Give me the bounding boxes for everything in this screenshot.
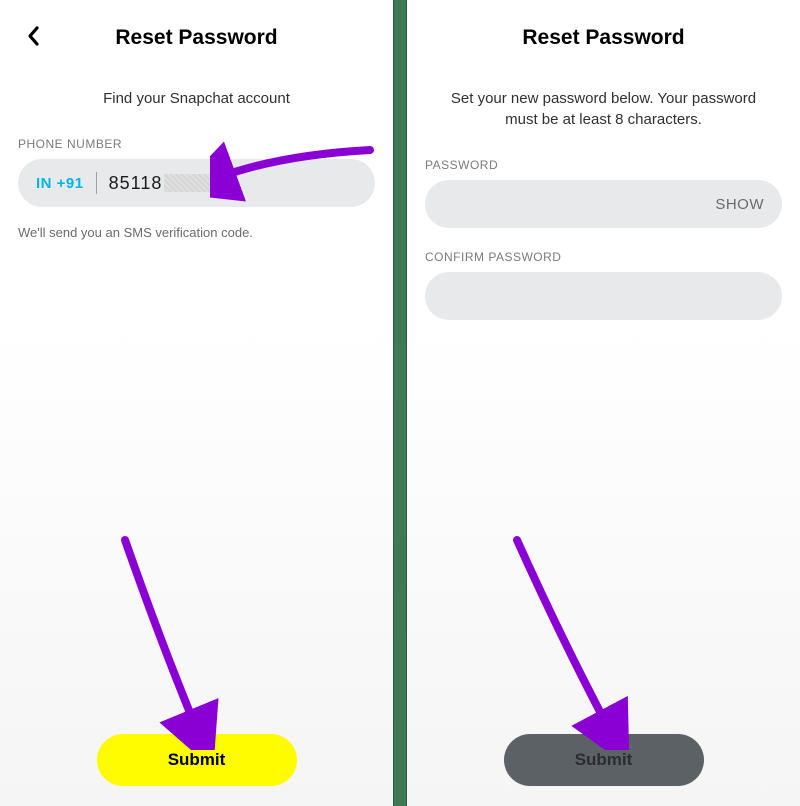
header: Reset Password	[18, 18, 375, 58]
submit-button[interactable]: Submit	[504, 734, 704, 786]
input-separator	[96, 172, 97, 194]
reset-password-new-screen: Reset Password Set your new password bel…	[407, 0, 800, 806]
back-icon[interactable]	[26, 24, 42, 53]
confirm-password-label: CONFIRM PASSWORD	[425, 250, 782, 264]
show-password-toggle[interactable]: SHOW	[715, 196, 764, 213]
submit-button-label: Submit	[168, 750, 226, 770]
country-code-selector[interactable]: IN +91	[36, 175, 84, 192]
subtitle: Find your Snapchat account	[18, 88, 375, 109]
annotation-arrow-icon	[497, 530, 647, 750]
helper-text: We'll send you an SMS verification code.	[18, 225, 375, 240]
screen-divider	[393, 0, 407, 806]
submit-row: Submit	[0, 734, 393, 786]
submit-row: Submit	[407, 734, 800, 786]
page-title: Reset Password	[522, 26, 684, 50]
password-label: PASSWORD	[425, 158, 782, 172]
submit-button[interactable]: Submit	[97, 734, 297, 786]
phone-redacted-area	[164, 174, 220, 192]
reset-password-phone-screen: Reset Password Find your Snapchat accoun…	[0, 0, 393, 806]
subtitle: Set your new password below. Your passwo…	[425, 88, 782, 130]
phone-input[interactable]: IN +91 85118	[18, 159, 375, 207]
page-title: Reset Password	[115, 26, 277, 50]
annotation-arrow-icon	[105, 530, 235, 750]
phone-number-label: PHONE NUMBER	[18, 137, 375, 151]
phone-number-value[interactable]: 85118	[109, 173, 163, 194]
header: Reset Password	[425, 18, 782, 58]
confirm-password-input[interactable]	[425, 272, 782, 320]
submit-button-label: Submit	[575, 750, 633, 770]
password-input[interactable]: SHOW	[425, 180, 782, 228]
